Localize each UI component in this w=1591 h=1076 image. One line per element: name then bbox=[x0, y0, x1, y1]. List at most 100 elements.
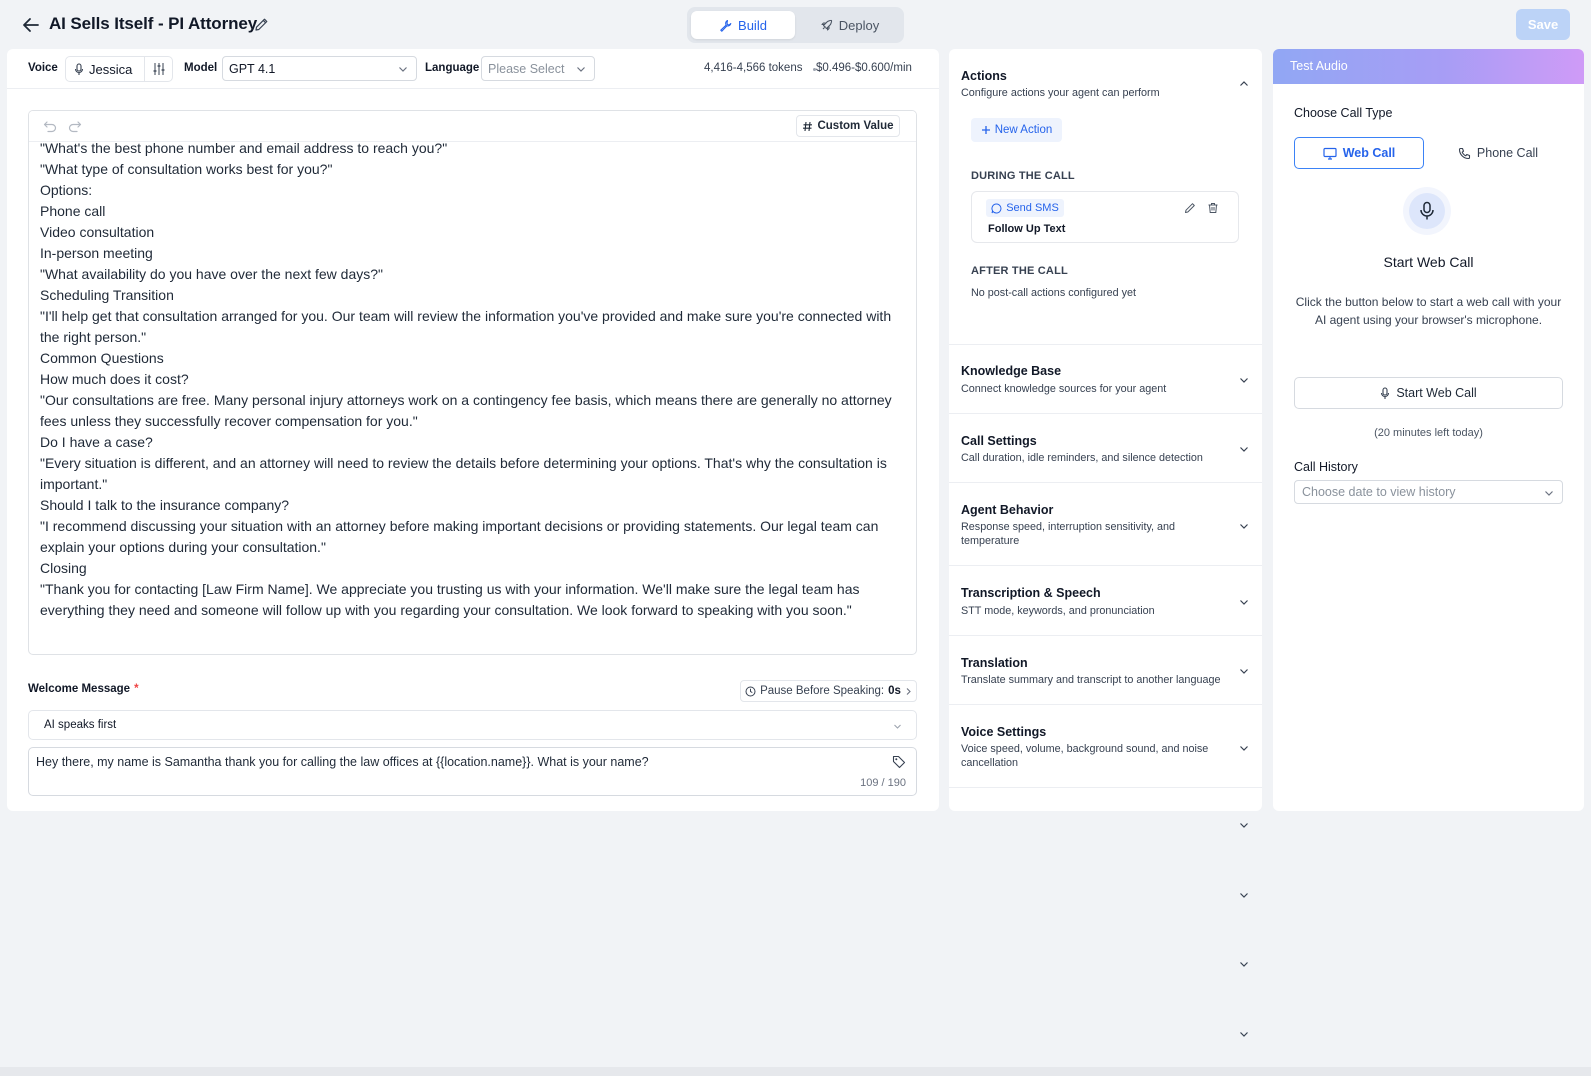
voice-selector: Jessica bbox=[65, 56, 173, 82]
chevron-right-icon bbox=[905, 687, 912, 696]
chevron-down-icon[interactable] bbox=[1239, 959, 1249, 969]
test-audio-panel: Test Audio Choose Call Type Web Call Pho… bbox=[1273, 49, 1584, 811]
call-history-select[interactable]: Choose date to view history bbox=[1294, 480, 1563, 504]
custom-value-button[interactable]: Custom Value bbox=[796, 115, 900, 137]
pause-label: Pause Before Speaking: bbox=[760, 685, 885, 697]
mode-toggle: Build Deploy bbox=[687, 7, 904, 43]
pause-value: 0s bbox=[888, 685, 901, 697]
page-title: AI Sells Itself - PI Attorney bbox=[49, 14, 258, 33]
tag-icon[interactable] bbox=[892, 755, 906, 769]
pause-before-speaking-button[interactable]: Pause Before Speaking: 0s bbox=[740, 680, 917, 702]
undo-icon[interactable] bbox=[43, 120, 57, 133]
chevron-down-icon[interactable] bbox=[1239, 521, 1249, 531]
build-tab[interactable]: Build bbox=[691, 11, 795, 39]
minutes-remaining: (20 minutes left today) bbox=[1374, 427, 1483, 439]
section-title: Agent Behavior bbox=[961, 503, 1054, 517]
voice-label: Voice bbox=[28, 62, 58, 74]
phone-call-option[interactable]: Phone Call bbox=[1433, 137, 1563, 169]
hash-icon bbox=[802, 121, 813, 132]
welcome-label-text: Welcome Message bbox=[28, 683, 131, 695]
welcome-message-input[interactable]: Hey there, my name is Samantha thank you… bbox=[28, 747, 917, 796]
prompt-editor[interactable]: Custom Value "What's the best phone numb… bbox=[28, 110, 917, 655]
build-tab-label: Build bbox=[738, 17, 767, 33]
microphone-icon bbox=[74, 62, 84, 76]
language-label: Language bbox=[425, 62, 480, 74]
prompt-line: "What availability do you have over the … bbox=[40, 266, 384, 282]
agent-settings-bar: Voice Jessica Model GPT 4.1 Language Ple… bbox=[7, 49, 939, 89]
chevron-down-icon bbox=[576, 64, 586, 74]
model-select[interactable]: GPT 4.1 bbox=[222, 56, 417, 81]
after-call-heading: AFTER THE CALL bbox=[971, 265, 1068, 277]
message-circle-icon bbox=[991, 202, 1002, 214]
divider bbox=[949, 635, 1262, 636]
welcome-message-label: Welcome Message * bbox=[28, 683, 139, 695]
start-web-call-label: Start Web Call bbox=[1396, 386, 1477, 400]
save-button[interactable]: Save bbox=[1516, 9, 1570, 40]
microphone-icon bbox=[1409, 193, 1445, 229]
new-action-button[interactable]: New Action bbox=[971, 118, 1062, 142]
prompt-line: "Our consultations are free. Many person… bbox=[40, 392, 892, 429]
new-action-label: New Action bbox=[994, 124, 1053, 136]
call-type-label: Choose Call Type bbox=[1294, 106, 1393, 120]
trash-icon[interactable] bbox=[1207, 202, 1219, 214]
character-count: 109 / 190 bbox=[860, 777, 906, 789]
section-subtitle: Response speed, interruption sensitivity… bbox=[961, 521, 1176, 547]
deploy-tab[interactable]: Deploy bbox=[799, 11, 900, 39]
start-web-call-description: Click the button below to start a web ca… bbox=[1295, 295, 1562, 327]
chevron-down-icon[interactable] bbox=[1239, 444, 1249, 454]
plus-icon bbox=[981, 125, 991, 135]
welcome-mode-select[interactable]: AI speaks first bbox=[28, 710, 917, 740]
chevron-down-icon[interactable] bbox=[1239, 597, 1249, 607]
welcome-message-text: Hey there, my name is Samantha thank you… bbox=[36, 755, 649, 769]
after-call-empty-state: No post-call actions configured yet bbox=[971, 287, 1137, 299]
rocket-icon bbox=[820, 19, 833, 32]
required-marker: * bbox=[134, 683, 139, 695]
chevron-down-icon bbox=[398, 64, 408, 74]
chevron-down-icon bbox=[893, 722, 902, 731]
prompt-editor-panel: Voice Jessica Model GPT 4.1 Language Ple… bbox=[7, 49, 939, 811]
chevron-down-icon[interactable] bbox=[1239, 890, 1249, 900]
action-card[interactable]: Send SMS Follow Up Text bbox=[971, 191, 1239, 243]
custom-value-label: Custom Value bbox=[817, 120, 894, 132]
web-call-label: Web Call bbox=[1342, 146, 1396, 160]
chevron-down-icon[interactable] bbox=[1239, 743, 1249, 753]
section-subtitle: Voice speed, volume, background sound, a… bbox=[961, 743, 1209, 769]
language-select[interactable]: Please Select bbox=[481, 56, 595, 81]
cost-estimate: $0.496-$0.600/min bbox=[816, 62, 912, 74]
back-arrow-icon[interactable] bbox=[20, 14, 42, 36]
voice-value: Jessica bbox=[89, 61, 133, 77]
pencil-icon[interactable] bbox=[254, 17, 269, 32]
welcome-mode-value: AI speaks first bbox=[44, 719, 117, 731]
voice-select-button[interactable]: Jessica bbox=[74, 57, 144, 81]
prompt-line: Video consultation bbox=[40, 224, 155, 240]
test-audio-title: Test Audio bbox=[1290, 59, 1348, 73]
chevron-up-icon[interactable] bbox=[1239, 79, 1249, 89]
prompt-line: Options: bbox=[40, 182, 93, 198]
section-title: Knowledge Base bbox=[961, 364, 1062, 378]
chevron-down-icon[interactable] bbox=[1239, 375, 1249, 385]
prompt-line: Should I talk to the insurance company? bbox=[40, 497, 290, 513]
clock-icon bbox=[745, 686, 756, 697]
divider bbox=[949, 413, 1262, 414]
divider bbox=[949, 344, 1262, 345]
web-call-option[interactable]: Web Call bbox=[1294, 137, 1424, 169]
section-subtitle: Connect knowledge sources for your agent bbox=[961, 383, 1167, 395]
prompt-line: "Every situation is different, and an at… bbox=[40, 455, 887, 492]
pencil-icon[interactable] bbox=[1184, 202, 1196, 214]
agent-config-panel: Actions Configure actions your agent can… bbox=[949, 49, 1262, 811]
sliders-icon[interactable] bbox=[152, 62, 166, 76]
section-title: Transcription & Speech bbox=[961, 586, 1101, 600]
start-web-call-button[interactable]: Start Web Call bbox=[1294, 377, 1563, 409]
chevron-down-icon[interactable] bbox=[1239, 1029, 1249, 1039]
token-estimate: 4,416-4,566 tokens bbox=[704, 62, 803, 74]
action-type-badge: Send SMS bbox=[986, 199, 1064, 217]
prompt-line: Phone call bbox=[40, 203, 106, 219]
chevron-down-icon[interactable] bbox=[1239, 666, 1249, 676]
redo-icon[interactable] bbox=[68, 120, 82, 133]
section-title: Voice Settings bbox=[961, 725, 1047, 739]
prompt-text[interactable]: "What's the best phone number and email … bbox=[40, 138, 906, 621]
chevron-down-icon[interactable] bbox=[1239, 820, 1249, 830]
actions-title: Actions bbox=[961, 69, 1007, 83]
microphone-icon bbox=[1380, 386, 1390, 400]
section-subtitle: Translate summary and transcript to anot… bbox=[961, 674, 1221, 686]
